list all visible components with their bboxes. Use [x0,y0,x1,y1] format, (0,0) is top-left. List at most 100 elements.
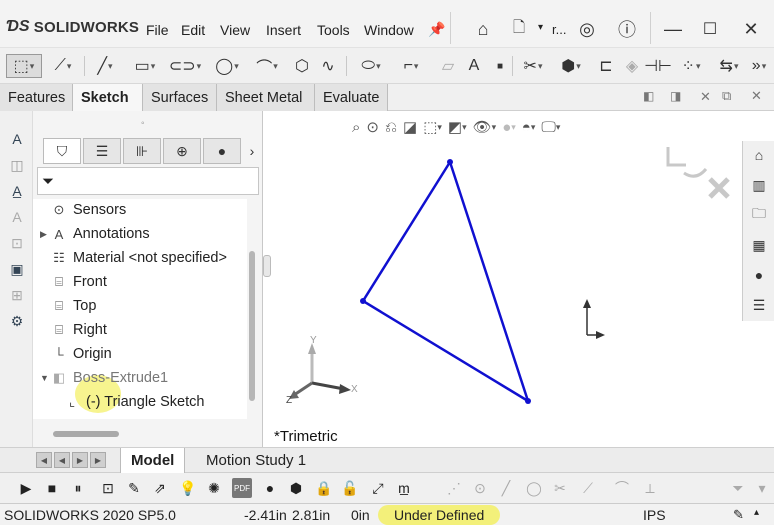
doc-restore-icon[interactable]: ⧉ [722,88,731,104]
rectangle-button[interactable]: ▭ ▾ [130,54,160,78]
tree-item-triangle-sketch[interactable]: ⌞ (-) Triangle Sketch [63,390,205,414]
prev-tab-icon[interactable]: ◀ [54,452,70,468]
tab-model[interactable]: Model [120,448,186,473]
first-tab-icon[interactable]: ◀ [36,452,52,468]
tree-item-origin[interactable]: └ Origin [33,342,111,366]
tree-vertical-scrollbar[interactable] [249,251,255,401]
tree-item-top-plane[interactable]: ⌸ Top [33,294,96,318]
pin-icon[interactable]: 📌 [424,16,450,42]
convert-entities-button[interactable]: ⬢ ▾ [556,54,586,78]
circle-button[interactable]: ◯ ▾ [212,54,242,78]
user-icon[interactable]: ◎ [574,16,600,42]
unlock-icon[interactable]: 🔓 [340,478,360,498]
tree-item-boss-extrude[interactable]: ▼ ◧ Boss-Extrude1 [33,366,168,390]
minimize-icon[interactable]: — [660,16,686,42]
star-burst-icon[interactable]: ✺ [204,478,224,498]
chevron-down-icon[interactable]: ▾ [752,478,772,498]
graphics-area[interactable]: ⌕ ⊙ ⎌ ◪ ⬚ ▾ ◩ ▾ 👁 ▾ ● ▾ ◓ ▾ 🖵 ▾ Y X Z *T… [272,111,774,447]
dimxpert-tab-icon[interactable]: ⊕ [163,138,201,164]
tree-item-material[interactable]: ☷ Material <not specified> [33,246,227,270]
dropdown-arrow-icon[interactable]: ▾ [538,22,543,33]
pdf-icon[interactable]: PDF [232,478,252,498]
plane-button[interactable]: ▱ [438,54,458,78]
grid-icon[interactable]: ⊞ [7,285,27,305]
edit-macro-icon[interactable]: ✎ [124,478,144,498]
print-icon[interactable]: ▣ [7,259,27,279]
spline-button[interactable]: ∿ [318,54,338,78]
record-macro-icon[interactable]: ⊡ [98,478,118,498]
sketch-canvas[interactable]: Y X Z [272,111,742,447]
tree-item-front-plane[interactable]: ⌸ Front [33,270,107,294]
next-tab-icon[interactable]: ▶ [72,452,88,468]
pause-record-icon[interactable]: ⏸ [68,478,88,498]
last-tab-icon[interactable]: ▶ [90,452,106,468]
offset-entities-button[interactable]: ⊏ [596,54,616,78]
home-icon[interactable]: ⌂ [749,145,769,165]
menu-view[interactable]: View [220,22,250,38]
polygon-tool-icon[interactable]: ◯ [524,478,544,498]
file-explorer-icon[interactable]: 🗀 [749,205,769,225]
filter-icon[interactable]: ⏷ [728,478,748,498]
menu-tools[interactable]: Tools [317,22,350,38]
menu-edit[interactable]: Edit [181,22,205,38]
configuration-tab-icon[interactable]: ⊪ [123,138,161,164]
relation-tool-icon[interactable]: ⟋ [578,478,598,498]
tab-sheet-metal[interactable]: Sheet Metal [217,84,315,111]
tree-item-right-plane[interactable]: ⌸ Right [33,318,107,342]
hexagon-icon[interactable]: ⬢ [286,478,306,498]
tab-motion-study[interactable]: Motion Study 1 [196,448,316,473]
line-button[interactable]: ╱ ▾ [90,54,120,78]
help-icon[interactable]: ⓘ [614,16,640,42]
collapse-arrow-icon[interactable]: ▼ [40,373,50,383]
display-icon[interactable]: ◫ [7,155,27,175]
menu-window[interactable]: Window [364,22,414,38]
tree-item-sensors[interactable]: ⊙ Sensors [33,199,127,222]
expand-arrow-icon[interactable]: ▶ [40,229,50,240]
close-icon[interactable]: ✕ [738,16,764,42]
stop-icon[interactable]: ■ [42,478,62,498]
menu-file[interactable]: File [146,22,169,38]
ellipse-button[interactable]: ⬭ ▾ [356,54,386,78]
sketch-vertex[interactable] [525,398,531,404]
tree-filter[interactable]: ⏷ [37,167,259,195]
design-library-icon[interactable]: ▥ [749,175,769,195]
select-tool-button[interactable]: ⬚ ▾ [6,54,42,78]
fillet-tool-icon[interactable]: ⌒ [612,478,632,498]
arc-button[interactable]: ⌒ ▾ [252,54,282,78]
new-document-icon[interactable]: 🗋 [506,16,532,42]
text-button[interactable]: A [464,54,484,78]
sketch-vertex[interactable] [447,159,453,165]
tab-surfaces[interactable]: Surfaces [143,84,217,111]
menu-insert[interactable]: Insert [266,22,301,38]
sketch-point-icon[interactable]: ⋰ [444,478,464,498]
search-commands[interactable]: r... [552,22,566,37]
chamfer-tool-icon[interactable]: ⟂ [640,478,660,498]
tab-features[interactable]: Features [0,84,73,111]
feature-tree-tab-icon[interactable]: ⛉ [43,138,81,164]
appearances-icon[interactable]: ● [749,265,769,285]
trim-entities-button[interactable]: ✂ ▾ [518,54,548,78]
tree-horizontal-scrollbar[interactable] [53,431,119,437]
open-file-icon[interactable]: ⇗ [150,478,170,498]
datum-icon[interactable]: ⊡ [7,233,27,253]
circle-fill-icon[interactable]: ● [260,478,280,498]
mirror-entities-button[interactable]: ⊣⊢ [644,54,672,78]
restore-left-icon[interactable]: ◧ [643,89,654,103]
balloon-icon[interactable]: A [7,207,27,227]
offset-surface-button[interactable]: ◈ [622,54,642,78]
note-icon[interactable]: A̲ [7,181,27,201]
repair-icon[interactable]: ⚙ [7,311,27,331]
units-icon[interactable]: m̲ [394,478,414,498]
custom-properties-icon[interactable]: ☰ [749,295,769,315]
point-button[interactable]: ■ [490,54,510,78]
toolbar-overflow-button[interactable]: » ▾ [748,54,770,78]
fillet-button[interactable]: ⌐ ▾ [396,54,426,78]
panel-grip-icon[interactable]: ◦ [141,118,145,129]
sketch-vertex[interactable] [360,298,366,304]
lock-icon[interactable]: 🔒 [314,478,334,498]
circle-tool-icon[interactable]: ⊙ [470,478,490,498]
chevron-up-icon[interactable]: ▴ [754,507,759,518]
doc-close-x-icon[interactable]: ✕ [751,88,762,104]
panel-collapse-handle[interactable] [263,255,271,277]
slot-button[interactable]: ⊂⊃ ▾ [169,54,201,78]
